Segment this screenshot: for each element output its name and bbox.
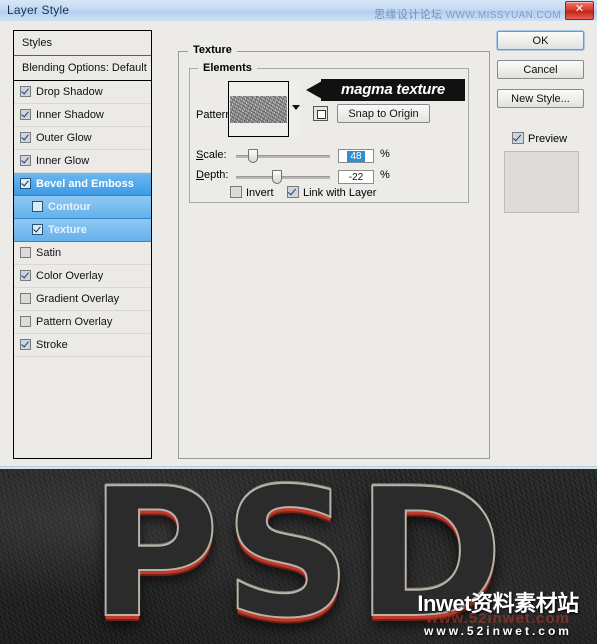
watermark-top-cn: 思缘设计论坛 — [374, 9, 443, 21]
close-icon[interactable]: ✕ — [565, 1, 594, 20]
checkbox-color-overlay[interactable] — [20, 269, 31, 281]
preview-swatch — [504, 151, 579, 213]
scale-input[interactable]: 48 — [338, 149, 374, 163]
scale-value: 48 — [347, 151, 365, 162]
checkbox-preview[interactable] — [512, 132, 524, 145]
sidebar-item-color-overlay[interactable]: Color Overlay — [14, 265, 151, 288]
annotation-callout: magma texture — [306, 79, 465, 101]
watermark-top-url: WWW.MISSYUAN.COM — [445, 10, 561, 21]
watermark-top: 思缘设计论坛 WWW.MISSYUAN.COM — [374, 6, 561, 22]
scale-unit: % — [380, 148, 390, 160]
elements-group-title: Elements — [198, 62, 257, 74]
pattern-thumbnail — [230, 96, 287, 123]
checkbox-pattern-overlay[interactable] — [20, 315, 31, 327]
sidebar-item-label: Gradient Overlay — [36, 293, 120, 306]
sidebar-item-contour[interactable]: Contour — [14, 196, 151, 219]
watermark-bottom: Inwet资料素材站 www.52inwet.com www.52inwet.c… — [405, 591, 591, 639]
checkbox-outer-glow[interactable] — [20, 131, 31, 143]
scale-label: Scale: — [196, 149, 227, 161]
sidebar-item-label: Texture — [48, 224, 87, 237]
depth-unit: % — [380, 169, 390, 181]
checkbox-drop-shadow[interactable] — [20, 85, 31, 97]
checkbox-invert[interactable] — [230, 186, 242, 199]
sidebar-item-satin[interactable]: Satin — [14, 242, 151, 265]
checkbox-stroke[interactable] — [20, 338, 31, 350]
dialog-body: Styles Blending Options: Default Drop Sh… — [0, 21, 597, 471]
invert-checkbox-row[interactable]: Invert — [230, 186, 274, 199]
sidebar-item-blending-options[interactable]: Blending Options: Default — [14, 56, 151, 81]
depth-slider-handle[interactable] — [272, 170, 282, 184]
styles-list-panel: Styles Blending Options: Default Drop Sh… — [13, 30, 152, 459]
link-with-layer-label: Link with Layer — [303, 187, 377, 199]
page-title: Layer Style — [7, 3, 70, 17]
sidebar-item-outer-glow[interactable]: Outer Glow — [14, 127, 151, 150]
preview-label: Preview — [528, 133, 568, 145]
sidebar-item-label: Bevel and Emboss — [36, 178, 134, 191]
sidebar-item-gradient-overlay[interactable]: Gradient Overlay — [14, 288, 151, 311]
sidebar-item-label: Stroke — [36, 339, 68, 352]
sidebar-item-inner-glow[interactable]: Inner Glow — [14, 150, 151, 173]
artwork-preview: PSD Inwet资料素材站 www.52inwet.com www.52inw… — [0, 469, 597, 644]
callout-arrow-icon — [306, 81, 322, 99]
sidebar-item-label: Drop Shadow — [36, 86, 103, 99]
scale-slider-handle[interactable] — [248, 149, 258, 163]
checkbox-texture[interactable] — [32, 223, 43, 235]
checkbox-inner-shadow[interactable] — [20, 108, 31, 120]
invert-label: Invert — [246, 187, 274, 199]
sidebar-item-inner-shadow[interactable]: Inner Shadow — [14, 104, 151, 127]
preview-checkbox-row[interactable]: Preview — [512, 132, 568, 145]
sidebar-item-texture[interactable]: Texture — [14, 219, 151, 242]
link-with-layer-checkbox-row[interactable]: Link with Layer — [287, 186, 377, 199]
sidebar-item-label: Outer Glow — [36, 132, 92, 145]
sidebar-item-label: Pattern Overlay — [36, 316, 113, 329]
texture-panel-title: Texture — [188, 44, 237, 56]
depth-label: Depth: — [196, 169, 229, 181]
chevron-down-icon[interactable] — [288, 81, 300, 137]
sidebar-item-stroke[interactable]: Stroke — [14, 334, 151, 357]
sidebar-item-label: Color Overlay — [36, 270, 104, 283]
checkbox-bevel-and-emboss[interactable] — [20, 177, 31, 189]
annotation-text: magma texture — [321, 79, 465, 101]
new-style-button[interactable]: New Style... — [497, 89, 584, 108]
sidebar-item-label: Contour — [48, 201, 91, 214]
styles-list-header[interactable]: Styles — [14, 31, 151, 56]
sidebar-item-drop-shadow[interactable]: Drop Shadow — [14, 81, 151, 104]
depth-input[interactable]: -22 — [338, 170, 374, 184]
sidebar-item-pattern-overlay[interactable]: Pattern Overlay — [14, 311, 151, 334]
checkbox-contour[interactable] — [32, 200, 43, 212]
layer-style-dialog: Layer Style 思缘设计论坛 WWW.MISSYUAN.COM ✕ St… — [0, 0, 597, 472]
sidebar-item-label: Satin — [36, 247, 62, 260]
checkbox-gradient-overlay[interactable] — [20, 292, 31, 304]
new-pattern-icon[interactable] — [313, 106, 328, 121]
sidebar-item-label: Inner Glow — [36, 155, 90, 168]
depth-slider-track[interactable] — [236, 176, 330, 179]
cancel-button[interactable]: Cancel — [497, 60, 584, 79]
sidebar-item-bevel-and-emboss[interactable]: Bevel and Emboss — [14, 173, 151, 196]
snap-to-origin-button[interactable]: Snap to Origin — [337, 104, 430, 123]
checkbox-link-with-layer[interactable] — [287, 186, 299, 199]
sidebar-item-label: Inner Shadow — [36, 109, 104, 122]
watermark-bottom-url: www.52inwet.com — [424, 624, 572, 639]
title-bar[interactable]: Layer Style 思缘设计论坛 WWW.MISSYUAN.COM ✕ — [0, 0, 597, 22]
ok-button[interactable]: OK — [497, 31, 584, 50]
checkbox-inner-glow[interactable] — [20, 154, 31, 166]
checkbox-satin[interactable] — [20, 246, 31, 258]
